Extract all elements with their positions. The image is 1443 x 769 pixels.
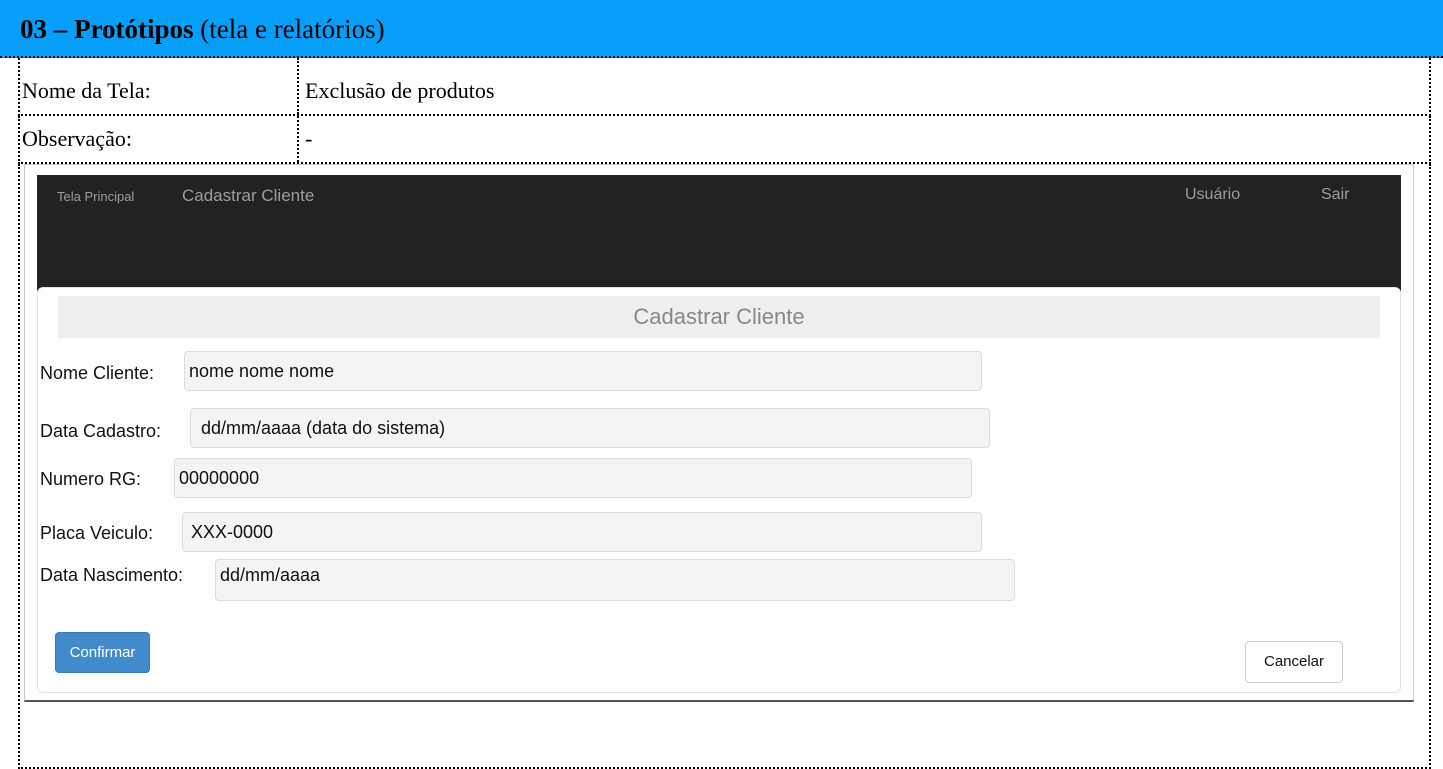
section-subtitle: (tela e relatórios) [193, 14, 385, 44]
section-title: 03 – Protótipos (tela e relatórios) [20, 14, 385, 44]
vehicle-plate-field[interactable]: XXX-0000 [182, 512, 982, 552]
client-name-field[interactable]: nome nome nome [184, 351, 982, 391]
nav-register-client-link[interactable]: Cadastrar Cliente [182, 186, 314, 206]
cell-divider [297, 116, 299, 162]
rg-number-label: Numero RG: [40, 469, 142, 489]
prototype-screenshot: Tela Principal Cadastrar Cliente Usuário… [24, 164, 1414, 702]
panel-title: Cadastrar Cliente [58, 296, 1380, 338]
nav-home-link[interactable]: Tela Principal [57, 189, 134, 204]
nav-logout-link[interactable]: Sair [1321, 186, 1349, 204]
form-panel: Cadastrar Cliente Nome Cliente: nome nom… [37, 287, 1401, 693]
screen-name-row: Nome da Tela: Exclusão de produtos [18, 58, 1431, 116]
observation-value: - [305, 126, 313, 151]
document-page: 03 – Protótipos (tela e relatórios) Nome… [0, 0, 1443, 769]
registration-date-field[interactable]: dd/mm/aaaa (data do sistema) [190, 408, 990, 448]
screen-name-label: Nome da Tela: [22, 78, 151, 103]
registration-date-label: Data Cadastro: [40, 421, 162, 441]
birth-date-label: Data Nascimento: [40, 565, 184, 585]
confirm-button[interactable]: Confirmar [55, 632, 150, 673]
client-name-label: Nome Cliente: [40, 363, 155, 383]
observation-label: Observação: [22, 126, 132, 151]
observation-row: Observação: - [18, 116, 1431, 164]
navbar: Tela Principal Cadastrar Cliente Usuário… [37, 175, 1401, 291]
vehicle-plate-label: Placa Veiculo: [40, 523, 154, 543]
nav-user-link[interactable]: Usuário [1185, 186, 1240, 204]
cell-divider [297, 58, 299, 114]
rg-number-field[interactable]: 00000000 [174, 458, 972, 498]
section-header: 03 – Protótipos (tela e relatórios) [0, 0, 1443, 58]
cancel-button[interactable]: Cancelar [1245, 641, 1343, 683]
section-number: 03 – Protótipos [20, 14, 194, 44]
birth-date-field[interactable]: dd/mm/aaaa [215, 559, 1015, 601]
screen-name-value: Exclusão de produtos [305, 78, 495, 103]
